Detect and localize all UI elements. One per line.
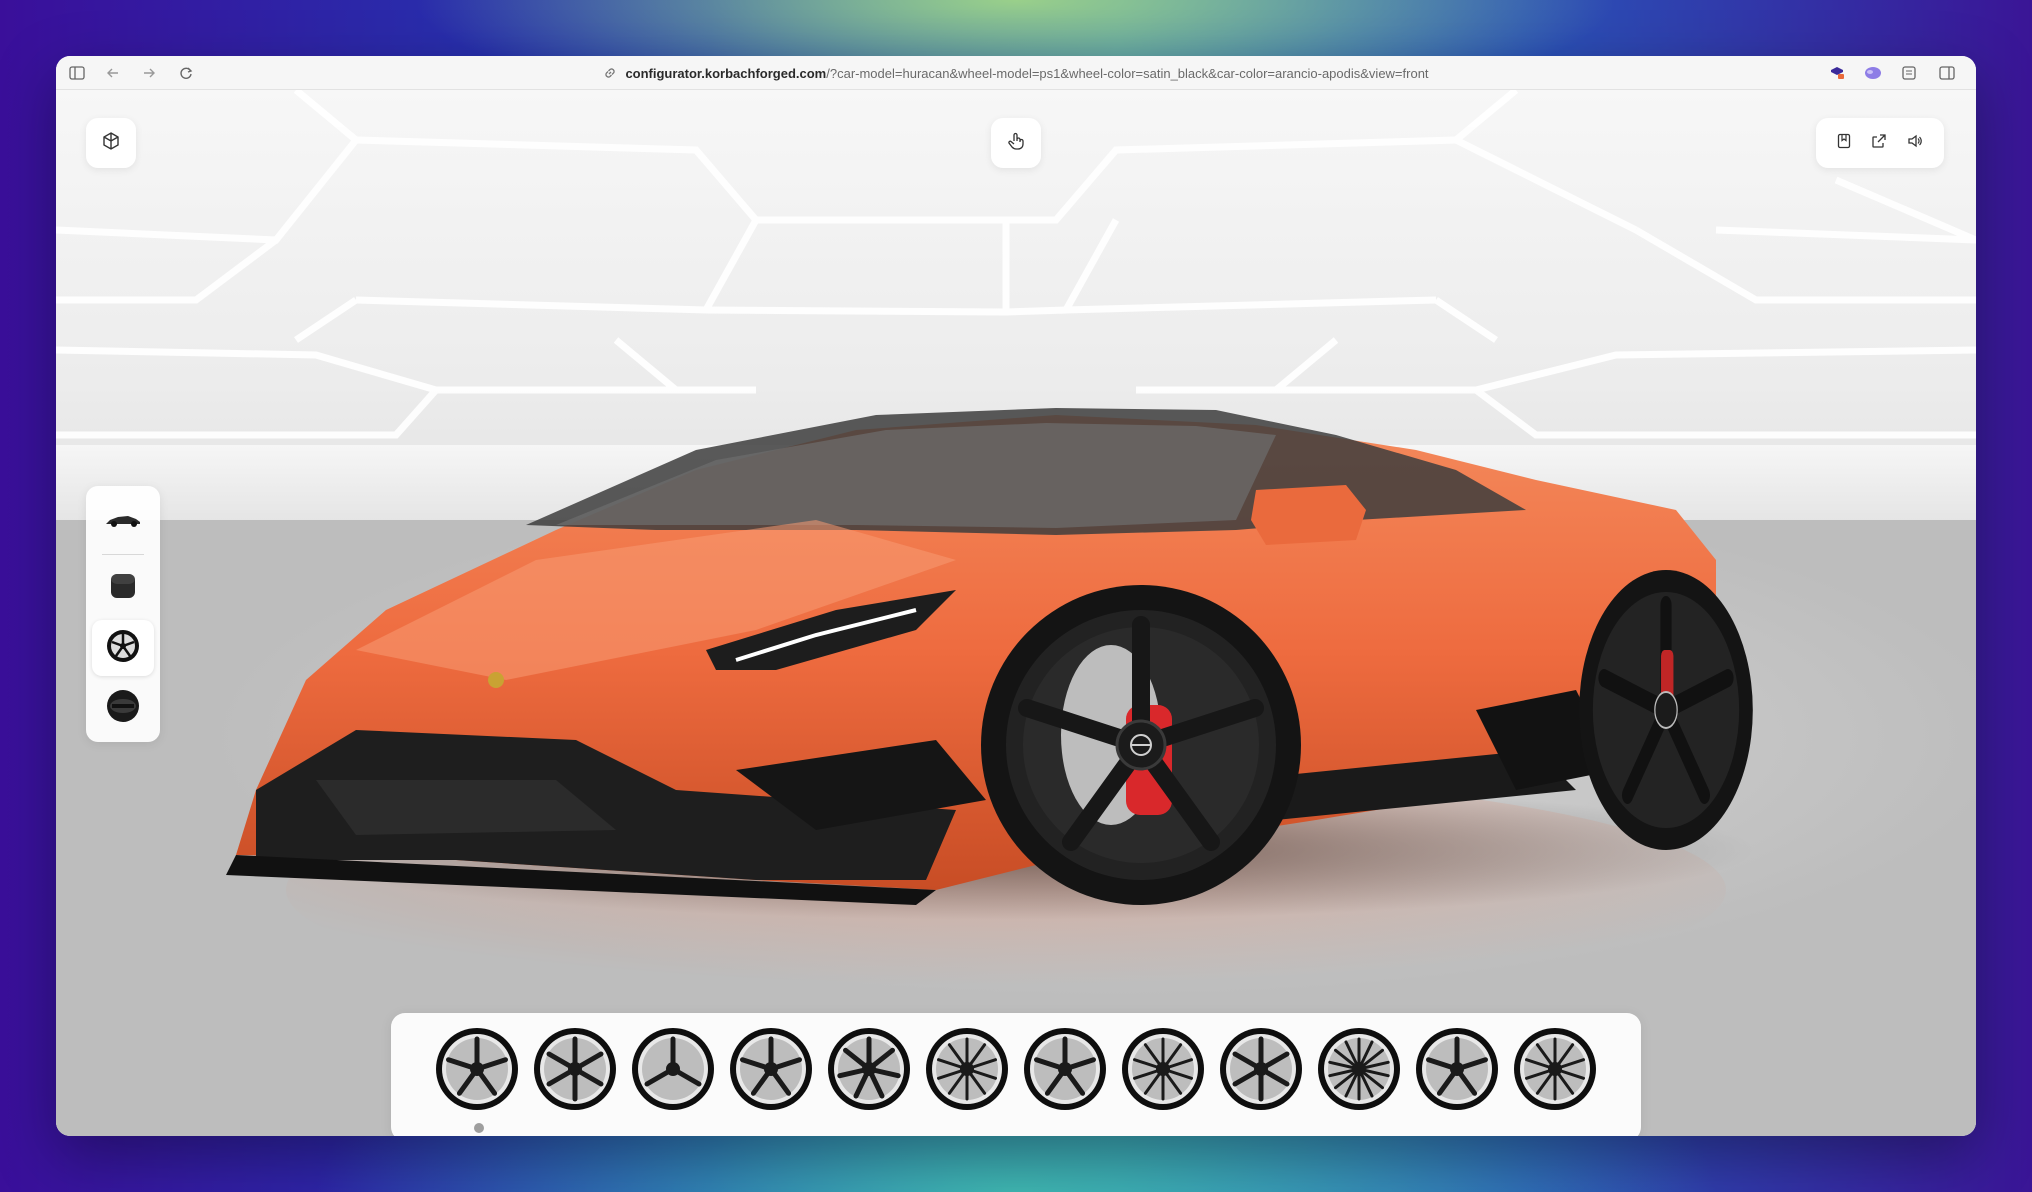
- wheel-option-4[interactable]: [729, 1027, 813, 1111]
- wheel-finish-icon: [106, 689, 140, 728]
- extension-icon-1[interactable]: [1828, 64, 1846, 82]
- wheel-option-6[interactable]: [925, 1027, 1009, 1111]
- browser-toolbar: configurator.korbachforged.com/?car-mode…: [56, 56, 1976, 90]
- side-divider: [102, 554, 144, 555]
- wheel-option-10[interactable]: [1317, 1027, 1401, 1111]
- wheel-option-1[interactable]: [435, 1027, 519, 1111]
- page-indicator-dot[interactable]: [474, 1123, 484, 1133]
- side-item-wheel-model[interactable]: [92, 620, 154, 676]
- wheel-option-8[interactable]: [1121, 1027, 1205, 1111]
- reader-icon[interactable]: [1900, 64, 1918, 82]
- cube-3d-icon: [101, 131, 121, 156]
- side-item-wheel-color[interactable]: [92, 680, 154, 736]
- wheel-icon: [106, 629, 140, 668]
- view-3d-button[interactable]: [86, 118, 136, 168]
- share-icon[interactable]: [1871, 133, 1887, 154]
- address-bar[interactable]: configurator.korbachforged.com/?car-mode…: [56, 56, 1976, 90]
- split-view-icon[interactable]: [1938, 64, 1956, 82]
- configurator-viewport[interactable]: [56, 90, 1976, 1136]
- wheel-option-5[interactable]: [827, 1027, 911, 1111]
- color-swatch-icon: [109, 572, 137, 605]
- wheel-selector-bar: [391, 1013, 1641, 1136]
- wheel-option-7[interactable]: [1023, 1027, 1107, 1111]
- extension-icon-2[interactable]: [1864, 64, 1882, 82]
- wheel-option-11[interactable]: [1415, 1027, 1499, 1111]
- car-render: [226, 408, 1756, 1010]
- save-icon[interactable]: [1837, 133, 1851, 154]
- sidebar-toggle-icon[interactable]: [68, 64, 86, 82]
- reload-icon[interactable]: [177, 64, 195, 82]
- side-item-car-model[interactable]: [92, 494, 154, 550]
- url-query: /?car-model=huracan&wheel-model=ps1&whee…: [826, 65, 1429, 81]
- forward-icon[interactable]: [140, 64, 158, 82]
- wheel-option-2[interactable]: [533, 1027, 617, 1111]
- wheel-option-12[interactable]: [1513, 1027, 1597, 1111]
- touch-hand-icon: [1007, 131, 1025, 156]
- car-icon: [104, 512, 142, 533]
- sound-icon[interactable]: [1907, 133, 1923, 154]
- url-domain: configurator.korbachforged.com: [625, 65, 827, 81]
- browser-window: configurator.korbachforged.com/?car-mode…: [56, 56, 1976, 1136]
- wheel-option-3[interactable]: [631, 1027, 715, 1111]
- back-icon[interactable]: [104, 64, 122, 82]
- touch-rotate-button[interactable]: [991, 118, 1041, 168]
- link-icon: [603, 66, 617, 80]
- side-item-car-color[interactable]: [92, 560, 154, 616]
- configurator-side-menu: [86, 486, 160, 742]
- top-actions: [1816, 118, 1944, 168]
- wheel-option-9[interactable]: [1219, 1027, 1303, 1111]
